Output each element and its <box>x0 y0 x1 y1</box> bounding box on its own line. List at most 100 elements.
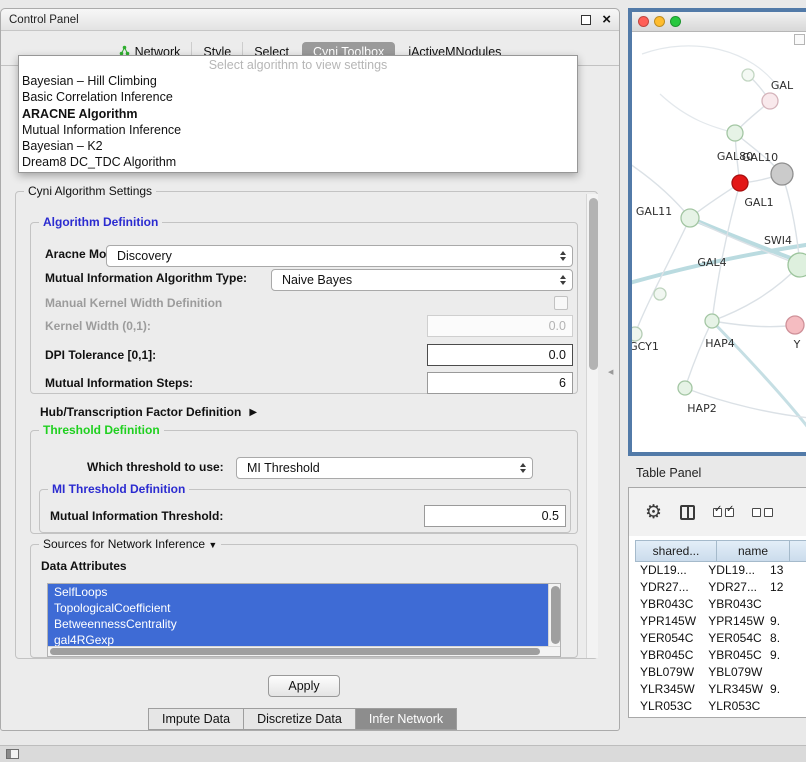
algorithm-definition-title: Algorithm Definition <box>39 215 162 230</box>
bottom-tab-infer-network[interactable]: Infer Network <box>355 708 457 730</box>
algorithm-definition-group: Algorithm Definition Aracne Mode: Discov… <box>30 222 578 394</box>
network-node-label: GCY1 <box>632 340 659 353</box>
aracne-mode-select[interactable]: Discovery <box>106 245 573 267</box>
network-node[interactable] <box>762 93 778 109</box>
network-node[interactable] <box>788 253 806 277</box>
table-cell: YDL19... <box>703 562 765 579</box>
manual-kernel-width-checkbox[interactable] <box>554 296 568 310</box>
list-vertical-scrollbar[interactable] <box>548 584 560 648</box>
algorithm-option-aracne-algorithm[interactable]: ARACNE Algorithm <box>19 106 577 122</box>
network-node[interactable] <box>727 125 743 141</box>
splitter-collapse-handle[interactable]: ◀ <box>608 368 613 376</box>
which-threshold-select[interactable]: MI Threshold <box>236 457 533 479</box>
deselect-all-checkboxes-icon[interactable] <box>752 508 773 517</box>
table-cell: YDR27... <box>635 579 703 596</box>
algorithm-option-basic-correlation-inference[interactable]: Basic Correlation Inference <box>19 89 577 105</box>
table-row[interactable]: YDR27...YDR27...12 <box>635 579 806 596</box>
table-row[interactable]: YBR043CYBR043C <box>635 596 806 613</box>
network-edge <box>712 321 795 327</box>
table-cell <box>765 596 806 613</box>
table-cell <box>765 664 806 681</box>
network-edge <box>660 94 735 133</box>
mi-algorithm-type-select[interactable]: Naive Bayes <box>271 269 573 291</box>
mi-steps-label: Mutual Information Steps: <box>45 372 193 394</box>
bottom-tab-discretize-data[interactable]: Discretize Data <box>243 708 356 730</box>
network-node[interactable] <box>632 327 642 341</box>
collapse-down-triangle-icon[interactable]: ▼ <box>208 540 217 550</box>
hub-transcription-factor-section[interactable]: Hub/Transcription Factor Definition ▶ <box>40 401 257 423</box>
network-node[interactable] <box>678 381 692 395</box>
table-cell: 9. <box>765 613 806 630</box>
algorithm-selection-popup: Select algorithm to view settings Bayesi… <box>18 55 578 173</box>
network-node[interactable] <box>732 175 748 191</box>
network-edge <box>642 46 780 90</box>
data-attributes-list[interactable]: SelfLoopsTopologicalCoefficientBetweenne… <box>47 583 561 657</box>
expand-right-triangle-icon[interactable]: ▶ <box>249 407 257 418</box>
settings-scrollbar-thumb[interactable] <box>589 198 598 370</box>
bottom-tab-impute-data[interactable]: Impute Data <box>148 708 244 730</box>
column-header-cut[interactable] <box>789 540 806 562</box>
list-hscroll-thumb[interactable] <box>50 648 540 655</box>
algorithm-option-dream8-dc-tdc-algorithm[interactable]: Dream8 DC_TDC Algorithm <box>19 154 577 170</box>
minimize-traffic-light-icon[interactable] <box>654 16 665 27</box>
attribute-item-topologicalcoefficient[interactable]: TopologicalCoefficient <box>48 600 548 616</box>
table-row[interactable]: YER054CYER054C8. <box>635 630 806 647</box>
which-threshold-label: Which threshold to use: <box>87 456 224 478</box>
mi-steps-input[interactable] <box>427 372 573 394</box>
column-header-shared[interactable]: shared... <box>635 540 717 562</box>
data-attributes-label: Data Attributes <box>41 555 127 577</box>
dpi-tolerance-input[interactable] <box>427 344 573 366</box>
zoom-traffic-light-icon[interactable] <box>670 16 681 27</box>
kernel-width-label: Kernel Width (0,1): <box>45 315 151 337</box>
dpi-tolerance-label: DPI Tolerance [0,1]: <box>45 344 156 366</box>
network-view-window: GALGAL80GAL10GAL11GAL1SWI4GAL4GCY1HAP4YH… <box>628 8 806 456</box>
network-node-label: GAL11 <box>636 205 672 218</box>
select-all-checkboxes-icon[interactable] <box>713 508 734 517</box>
table-row[interactable]: YLR053CYLR053C <box>635 698 806 715</box>
mi-algorithm-type-value: Naive Bayes <box>282 273 554 287</box>
network-canvas[interactable]: GALGAL80GAL10GAL11GAL1SWI4GAL4GCY1HAP4YH… <box>632 32 806 452</box>
algorithm-option-bayesian-k2[interactable]: Bayesian – K2 <box>19 138 577 154</box>
list-horizontal-scrollbar[interactable] <box>48 646 561 656</box>
columns-icon[interactable] <box>680 505 695 520</box>
gear-icon[interactable]: ⚙ <box>645 503 662 522</box>
network-node[interactable] <box>681 209 699 227</box>
table-row[interactable]: YBR045CYBR045C9. <box>635 647 806 664</box>
table-cell: YDL19... <box>635 562 703 579</box>
table-cell: YER054C <box>635 630 703 647</box>
network-node[interactable] <box>786 316 804 334</box>
attribute-item-betweennesscentrality[interactable]: BetweennessCentrality <box>48 616 548 632</box>
table-row[interactable]: YLR345WYLR345W9. <box>635 681 806 698</box>
table-row[interactable]: YPR145WYPR145W9. <box>635 613 806 630</box>
screen: Control Panel × NetworkStyleSelectCyni T… <box>0 0 806 762</box>
algorithm-option-bayesian-hill-climbing[interactable]: Bayesian – Hill Climbing <box>19 73 577 89</box>
table-row[interactable]: YDL19...YDL19...13 <box>635 562 806 579</box>
network-node[interactable] <box>705 314 719 328</box>
close-window-icon[interactable]: × <box>602 10 611 30</box>
panel-toggle-icon[interactable] <box>6 749 19 759</box>
list-vscroll-thumb[interactable] <box>551 586 560 644</box>
settings-scrollbar[interactable] <box>586 194 598 658</box>
table-row[interactable]: YBL079WYBL079W <box>635 664 806 681</box>
network-node-label: GAL10 <box>742 151 778 164</box>
table-header-row: shared...name <box>635 540 806 562</box>
network-node[interactable] <box>742 69 754 81</box>
mi-algorithm-type-label: Mutual Information Algorithm Type: <box>45 267 247 289</box>
mi-threshold-input[interactable] <box>424 505 566 527</box>
network-node-label: SWI4 <box>764 234 792 247</box>
close-traffic-light-icon[interactable] <box>638 16 649 27</box>
combo-arrows-icon <box>560 251 566 261</box>
sources-title-text: Sources for Network Inference <box>43 537 205 551</box>
network-node[interactable] <box>771 163 793 185</box>
attribute-item-selfloops[interactable]: SelfLoops <box>48 584 548 600</box>
float-window-icon[interactable] <box>581 15 591 25</box>
table-cell: YLR053C <box>635 698 703 715</box>
table-cell: YPR145W <box>635 613 703 630</box>
mi-threshold-group-title: MI Threshold Definition <box>48 482 189 497</box>
kernel-width-input[interactable] <box>427 315 573 337</box>
column-header-name[interactable]: name <box>716 540 790 562</box>
threshold-definition-title: Threshold Definition <box>39 423 164 438</box>
apply-button[interactable]: Apply <box>268 675 340 697</box>
network-node[interactable] <box>654 288 666 300</box>
algorithm-option-mutual-information-inference[interactable]: Mutual Information Inference <box>19 122 577 138</box>
